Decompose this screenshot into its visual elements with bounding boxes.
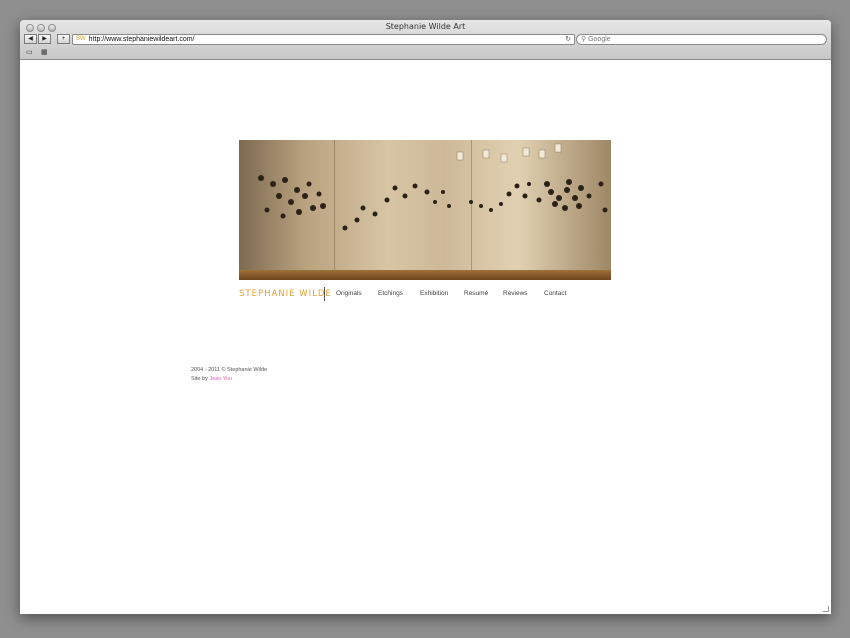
add-bookmark-button[interactable]: + (57, 34, 70, 44)
footer-site-by: Site by Jean You (191, 376, 232, 382)
back-button[interactable]: ◀ (24, 34, 37, 44)
nav-exhibition[interactable]: Exhibition (420, 290, 448, 297)
search-icon: ⚲ (581, 36, 587, 43)
nav-divider (324, 287, 325, 301)
top-sites-icon[interactable]: ▦ (41, 48, 48, 56)
nav-etchings[interactable]: Etchings (378, 290, 403, 297)
forward-button[interactable]: ▶ (38, 34, 51, 44)
bookmarks-icon[interactable]: ▭ (26, 48, 33, 56)
browser-toolbar: Stephanie Wilde Art ◀ ▶ + SW http://www.… (20, 20, 831, 60)
search-placeholder: Google (588, 36, 611, 43)
footer-site-by-label: Site by (191, 376, 208, 382)
footer-credit-link[interactable]: Jean You (209, 376, 232, 382)
site-logo[interactable]: STEPHANIE WILDE (239, 289, 332, 299)
gallery-installation-image (239, 140, 611, 280)
favicon-icon: SW (76, 36, 86, 42)
artwork-pieces (258, 143, 608, 231)
reload-icon[interactable]: ↻ (565, 35, 571, 44)
nav-reviews[interactable]: Reviews (503, 290, 528, 297)
window-title: Stephanie Wilde Art (385, 22, 466, 31)
address-text: http://www.stephaniewildeart.com/ (88, 36, 195, 43)
browser-window: Stephanie Wilde Art ◀ ▶ + SW http://www.… (20, 20, 831, 614)
footer-copyright: 2004 - 2011 © Stephanie Wilde (191, 367, 268, 373)
address-bar[interactable]: SW http://www.stephaniewildeart.com/ ↻ (72, 34, 575, 45)
nav-contact[interactable]: Contact (544, 290, 566, 297)
nav-resume[interactable]: Resumé (464, 290, 488, 297)
search-field[interactable]: ⚲ Google (576, 34, 827, 45)
resize-grip-icon[interactable] (823, 606, 829, 612)
gallery-floor (239, 270, 611, 280)
page-content: STEPHANIE WILDE Originals Etchings Exhib… (20, 60, 831, 614)
nav-originals[interactable]: Originals (336, 290, 362, 297)
